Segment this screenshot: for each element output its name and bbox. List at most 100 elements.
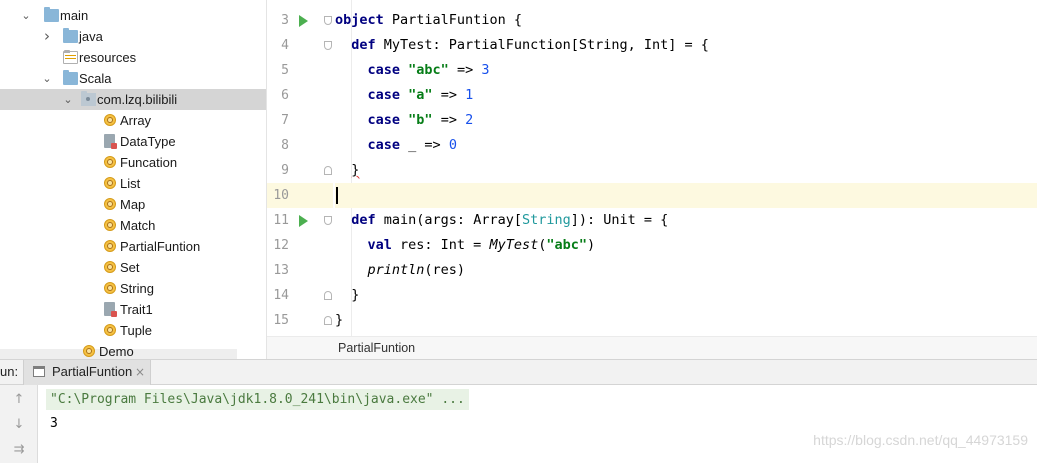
code-line-5[interactable]: case "abc" => 3 [335, 58, 1037, 83]
code-text: MyTest: PartialFunction[String, Int] = { [375, 37, 709, 53]
code-text: => [432, 112, 466, 128]
project-tree: ⌄ main › java resources ⌄ Scala ⌄ com.lzq.bilibi… [0, 0, 267, 359]
chevron-down-icon[interactable]: ⌄ [62, 89, 74, 110]
close-icon[interactable]: × [135, 360, 145, 384]
line-number: 6 [281, 88, 289, 103]
number-literal: 0 [448, 137, 457, 153]
chevron-right-icon[interactable]: › [41, 26, 53, 47]
code-line-9[interactable]: } [335, 158, 1037, 183]
tree-item-label: Demo [99, 344, 134, 359]
folder-icon [63, 70, 78, 85]
run-panel-header: un: PartialFuntion × [0, 359, 1037, 385]
fold-marker-icon[interactable] [324, 166, 332, 175]
line-number: 10 [273, 188, 289, 203]
scala-object-icon [104, 261, 116, 273]
code-editor[interactable]: 3 4 5 6 7 8 9 10 11 12 13 14 15 object PartialFuntio… [267, 0, 1037, 336]
run-gutter-icon[interactable] [299, 215, 308, 227]
number-literal: 1 [465, 87, 474, 103]
code-line-8[interactable]: case _ => 0 [335, 133, 1037, 158]
fold-marker-icon[interactable] [324, 216, 332, 225]
code-line-3[interactable]: object PartialFuntion { [335, 8, 1037, 33]
code-line-6[interactable]: case "a" => 1 [335, 83, 1037, 108]
code-line-12[interactable]: val res: Int = MyTest("abc") [335, 233, 1037, 258]
method-call: println [367, 262, 425, 278]
tree-item-java[interactable]: › java [0, 26, 266, 47]
gutter-line-7: 7 [267, 108, 333, 133]
code-line-14[interactable]: } [335, 283, 1037, 308]
tree-item-set[interactable]: Set [0, 257, 266, 278]
run-tab-partialfuntion[interactable]: PartialFuntion × [23, 360, 151, 385]
code-text: ) [587, 237, 596, 253]
run-gutter-icon[interactable] [299, 15, 308, 27]
tree-item-array[interactable]: Array [0, 110, 266, 131]
code-text: res: Int = [391, 237, 490, 253]
code-text: PartialFuntion { [383, 12, 522, 28]
code-text: main(args: Array[ [375, 212, 522, 228]
code-line-13[interactable]: println(res) [335, 258, 1037, 283]
tree-item-main[interactable]: ⌄ main [0, 5, 266, 26]
console-command-line[interactable]: "C:\Program Files\Java\jdk1.8.0_241\bin\… [46, 389, 469, 410]
code-line-15[interactable]: } [335, 308, 1037, 333]
fold-marker-icon[interactable] [324, 16, 332, 25]
chevron-down-icon[interactable]: ⌄ [41, 68, 53, 89]
run-toolbar: ↑ ↓ ⇉ [0, 385, 38, 463]
gutter-line-11: 11 [267, 208, 333, 233]
chevron-down-icon[interactable]: ⌄ [20, 5, 32, 26]
tree-item-resources[interactable]: resources [0, 47, 266, 68]
string-literal: "b" [408, 112, 433, 128]
tree-item-string[interactable]: String [0, 278, 266, 299]
tree-item-trait1[interactable]: Trait1 [0, 299, 266, 320]
tree-item-datatype[interactable]: DataType [0, 131, 266, 152]
tree-item-partialfuntion[interactable]: PartialFuntion [0, 236, 266, 257]
tree-item-label: Map [120, 197, 146, 212]
breadcrumb-label[interactable]: PartialFuntion [338, 337, 415, 360]
tree-item-map[interactable]: Map [0, 194, 266, 215]
type-reference: String [521, 212, 571, 228]
scala-file-icon [104, 134, 117, 149]
run-console[interactable]: "C:\Program Files\Java\jdk1.8.0_241\bin\… [38, 385, 1037, 463]
scala-object-icon [104, 240, 116, 252]
code-line-7[interactable]: case "b" => 2 [335, 108, 1037, 133]
run-tab-label: PartialFuntion [52, 364, 133, 379]
scala-object-icon [104, 177, 116, 189]
tree-item-tuple[interactable]: Tuple [0, 320, 266, 341]
tree-item-com-lzq-bilibili[interactable]: ⌄ com.lzq.bilibili [0, 89, 266, 110]
down-arrow-icon[interactable]: ↓ [11, 416, 27, 434]
tree-item-label: com.lzq.bilibili [97, 92, 178, 107]
fold-marker-icon[interactable] [324, 316, 332, 325]
tree-item-label: String [120, 281, 154, 296]
line-number: 11 [273, 213, 289, 228]
code-line-10-current[interactable] [335, 183, 1037, 208]
editor-gutter: 3 4 5 6 7 8 9 10 11 12 13 14 15 [267, 0, 333, 336]
tree-item-label: resources [79, 50, 137, 65]
scala-object-icon [104, 156, 116, 168]
line-number: 15 [273, 313, 289, 328]
line-number: 13 [273, 263, 289, 278]
fold-marker-icon[interactable] [324, 41, 332, 50]
tree-item-funcation[interactable]: Funcation [0, 152, 266, 173]
code-line-4[interactable]: def MyTest: PartialFunction[String, Int]… [335, 33, 1037, 58]
text-caret [336, 186, 338, 204]
scala-object-icon [104, 282, 116, 294]
up-arrow-icon[interactable]: ↑ [11, 391, 27, 409]
code-text: => [448, 62, 482, 78]
number-literal: 3 [481, 62, 490, 78]
editor-breadcrumb[interactable]: PartialFuntion [267, 336, 1037, 360]
string-literal: "abc" [546, 237, 588, 253]
tree-item-scala[interactable]: ⌄ Scala [0, 68, 266, 89]
gutter-line-4: 4 [267, 33, 333, 58]
scala-object-icon [104, 198, 116, 210]
keyword: def [351, 37, 376, 53]
tree-item-match[interactable]: Match [0, 215, 266, 236]
number-literal: 2 [465, 112, 474, 128]
keyword: case [367, 112, 401, 128]
fold-marker-icon[interactable] [324, 291, 332, 300]
folder-icon [44, 7, 59, 22]
tree-item-demo[interactable]: Demo [0, 341, 266, 359]
tree-item-list[interactable]: List [0, 173, 266, 194]
console-icon [33, 366, 45, 377]
gutter-line-3: 3 [267, 8, 333, 33]
tree-item-label: Set [120, 260, 140, 275]
code-line-11[interactable]: def main(args: Array[String]): Unit = { [335, 208, 1037, 233]
soft-wrap-icon[interactable]: ⇉ [11, 441, 27, 459]
